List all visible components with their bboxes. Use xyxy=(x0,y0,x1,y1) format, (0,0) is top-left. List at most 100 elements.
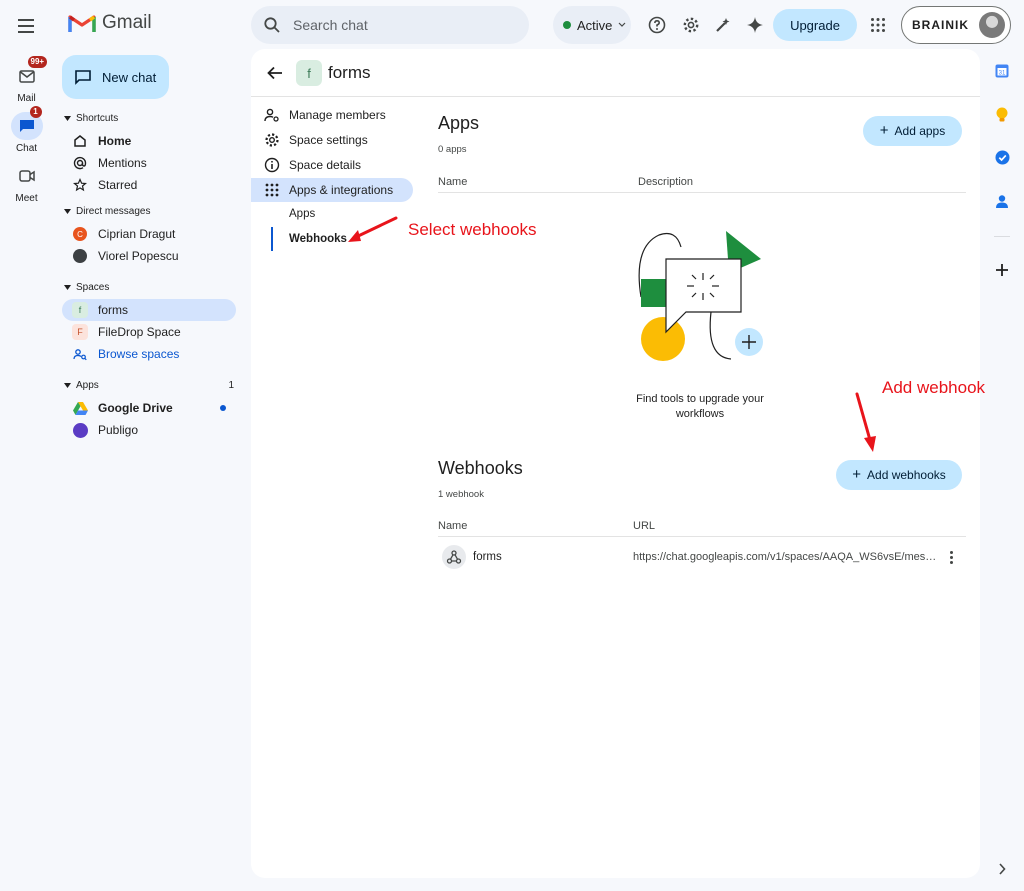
avatar-photo xyxy=(73,249,87,263)
section-title: Shortcuts xyxy=(76,113,119,124)
rail-divider xyxy=(994,236,1010,237)
menu-apps-integrations[interactable]: Apps & integrations xyxy=(251,178,413,202)
browse-spaces-link[interactable]: Browse spaces xyxy=(62,343,236,365)
table-row[interactable]: forms https://chat.googleapis.com/v1/spa… xyxy=(438,539,966,575)
account-brand: BRAINIK xyxy=(912,18,969,32)
apps-count: 0 apps xyxy=(438,144,467,155)
webhooks-section-title: Webhooks xyxy=(438,458,523,478)
rail-item-meet[interactable]: Meet xyxy=(0,162,53,204)
gmail-logo[interactable]: Gmail xyxy=(68,12,152,34)
account-switcher[interactable]: BRAINIK xyxy=(901,6,1011,44)
webhooks-col-url: URL xyxy=(633,520,656,532)
new-chat-button[interactable]: New chat xyxy=(62,55,169,99)
apps-col-description: Description xyxy=(638,176,694,188)
annotation-add-webhook: Add webhook xyxy=(882,378,986,397)
more-vert-icon[interactable] xyxy=(943,547,959,567)
magic-wand-icon[interactable] xyxy=(711,13,735,37)
at-sign-icon xyxy=(72,155,88,171)
rail-label: Chat xyxy=(15,143,38,154)
manage-members-icon xyxy=(264,107,280,123)
people-search-icon xyxy=(72,346,88,362)
menu-space-settings[interactable]: Space settings xyxy=(251,128,413,152)
button-label: Add apps xyxy=(894,124,946,138)
rail-item-mail[interactable]: 99+ Mail xyxy=(0,56,53,104)
space-avatar: F xyxy=(72,324,88,340)
space-avatar: f xyxy=(72,302,88,318)
space-avatar: f xyxy=(296,60,322,86)
calendar-icon[interactable]: 31 xyxy=(993,62,1011,80)
chat-badge: 1 xyxy=(29,106,42,118)
annotation-arrow-webhooks xyxy=(348,216,398,242)
search-icon xyxy=(264,17,280,33)
main-menu-button[interactable] xyxy=(14,14,38,38)
section-title: Direct messages xyxy=(76,206,151,217)
mail-icon xyxy=(18,69,35,83)
dm-item-viorel[interactable]: Viorel Popescu xyxy=(62,245,236,267)
section-title: Apps xyxy=(76,380,99,391)
panel-header: f forms xyxy=(251,49,980,97)
nav-label: forms xyxy=(98,303,128,317)
space-item-filedrop[interactable]: F FileDrop Space xyxy=(62,321,236,343)
avatar xyxy=(72,248,88,264)
section-spaces[interactable]: Spaces xyxy=(64,282,234,293)
search-bar[interactable] xyxy=(251,6,529,44)
gemini-sparkle-icon[interactable] xyxy=(743,13,767,37)
plus-icon[interactable] xyxy=(993,261,1011,279)
apps-grid-icon[interactable] xyxy=(866,13,890,37)
add-apps-button[interactable]: + Add apps xyxy=(863,116,962,146)
section-apps[interactable]: Apps 1 xyxy=(64,380,234,391)
publigo-logo xyxy=(72,422,88,438)
menu-label: Space details xyxy=(289,158,362,172)
avatar xyxy=(979,12,1005,38)
gmail-m-icon xyxy=(68,15,96,32)
help-icon[interactable] xyxy=(645,13,669,37)
section-shortcuts[interactable]: Shortcuts xyxy=(64,113,234,124)
dm-item-ciprian[interactable]: C Ciprian Dragut xyxy=(62,223,236,245)
section-direct-messages[interactable]: Direct messages xyxy=(64,206,234,217)
menu-space-details[interactable]: Space details xyxy=(251,153,413,177)
upgrade-button[interactable]: Upgrade xyxy=(773,9,857,41)
status-selector[interactable]: Active xyxy=(553,6,631,44)
rail-label: Meet xyxy=(15,193,38,204)
nav-item-starred[interactable]: Starred xyxy=(62,174,236,196)
nav-label: Browse spaces xyxy=(98,347,180,361)
button-label: Add webhooks xyxy=(867,468,946,482)
svg-text:31: 31 xyxy=(999,71,1006,77)
space-settings-panel: f forms Manage members Space settings Sp… xyxy=(251,49,980,878)
empty-state-illustration xyxy=(638,231,763,361)
nav-item-mentions[interactable]: Mentions xyxy=(62,152,236,174)
tasks-icon[interactable] xyxy=(993,148,1011,166)
app-item-publigo[interactable]: Publigo xyxy=(62,419,236,441)
section-title: Spaces xyxy=(76,282,110,293)
keep-icon[interactable] xyxy=(993,106,1011,124)
search-input[interactable] xyxy=(293,17,493,33)
rail-icon-wrap xyxy=(11,162,43,190)
rail-item-chat[interactable]: 1 Chat xyxy=(0,106,53,154)
new-chat-label: New chat xyxy=(102,69,157,85)
google-drive-icon xyxy=(72,400,88,416)
gear-icon[interactable] xyxy=(679,13,703,37)
star-icon xyxy=(72,177,88,193)
nav-item-home[interactable]: Home xyxy=(62,130,236,152)
app-item-google-drive[interactable]: Google Drive xyxy=(62,397,236,419)
app-name: Gmail xyxy=(102,12,152,33)
apps-section-title: Apps xyxy=(438,113,480,133)
divider xyxy=(438,192,966,193)
add-webhooks-button[interactable]: + Add webhooks xyxy=(836,460,962,490)
nav-label: FileDrop Space xyxy=(98,325,181,339)
rail-icon-wrap: 1 xyxy=(10,106,43,140)
menu-manage-members[interactable]: Manage members xyxy=(251,103,413,127)
plus-icon: + xyxy=(879,122,889,139)
chevron-right-icon[interactable] xyxy=(993,860,1011,878)
caret-down-icon xyxy=(64,116,71,121)
nav-label: Starred xyxy=(98,178,138,192)
apps-col-name: Name xyxy=(438,176,468,188)
webhook-name: forms xyxy=(473,551,502,563)
space-item-forms[interactable]: f forms xyxy=(62,299,236,321)
info-icon xyxy=(264,157,280,173)
plus-icon: + xyxy=(852,466,862,483)
contacts-icon[interactable] xyxy=(993,192,1011,210)
caret-down-icon xyxy=(64,383,71,388)
back-arrow-icon[interactable] xyxy=(265,63,285,83)
annotation-select-webhooks: Select webhooks xyxy=(408,220,537,239)
